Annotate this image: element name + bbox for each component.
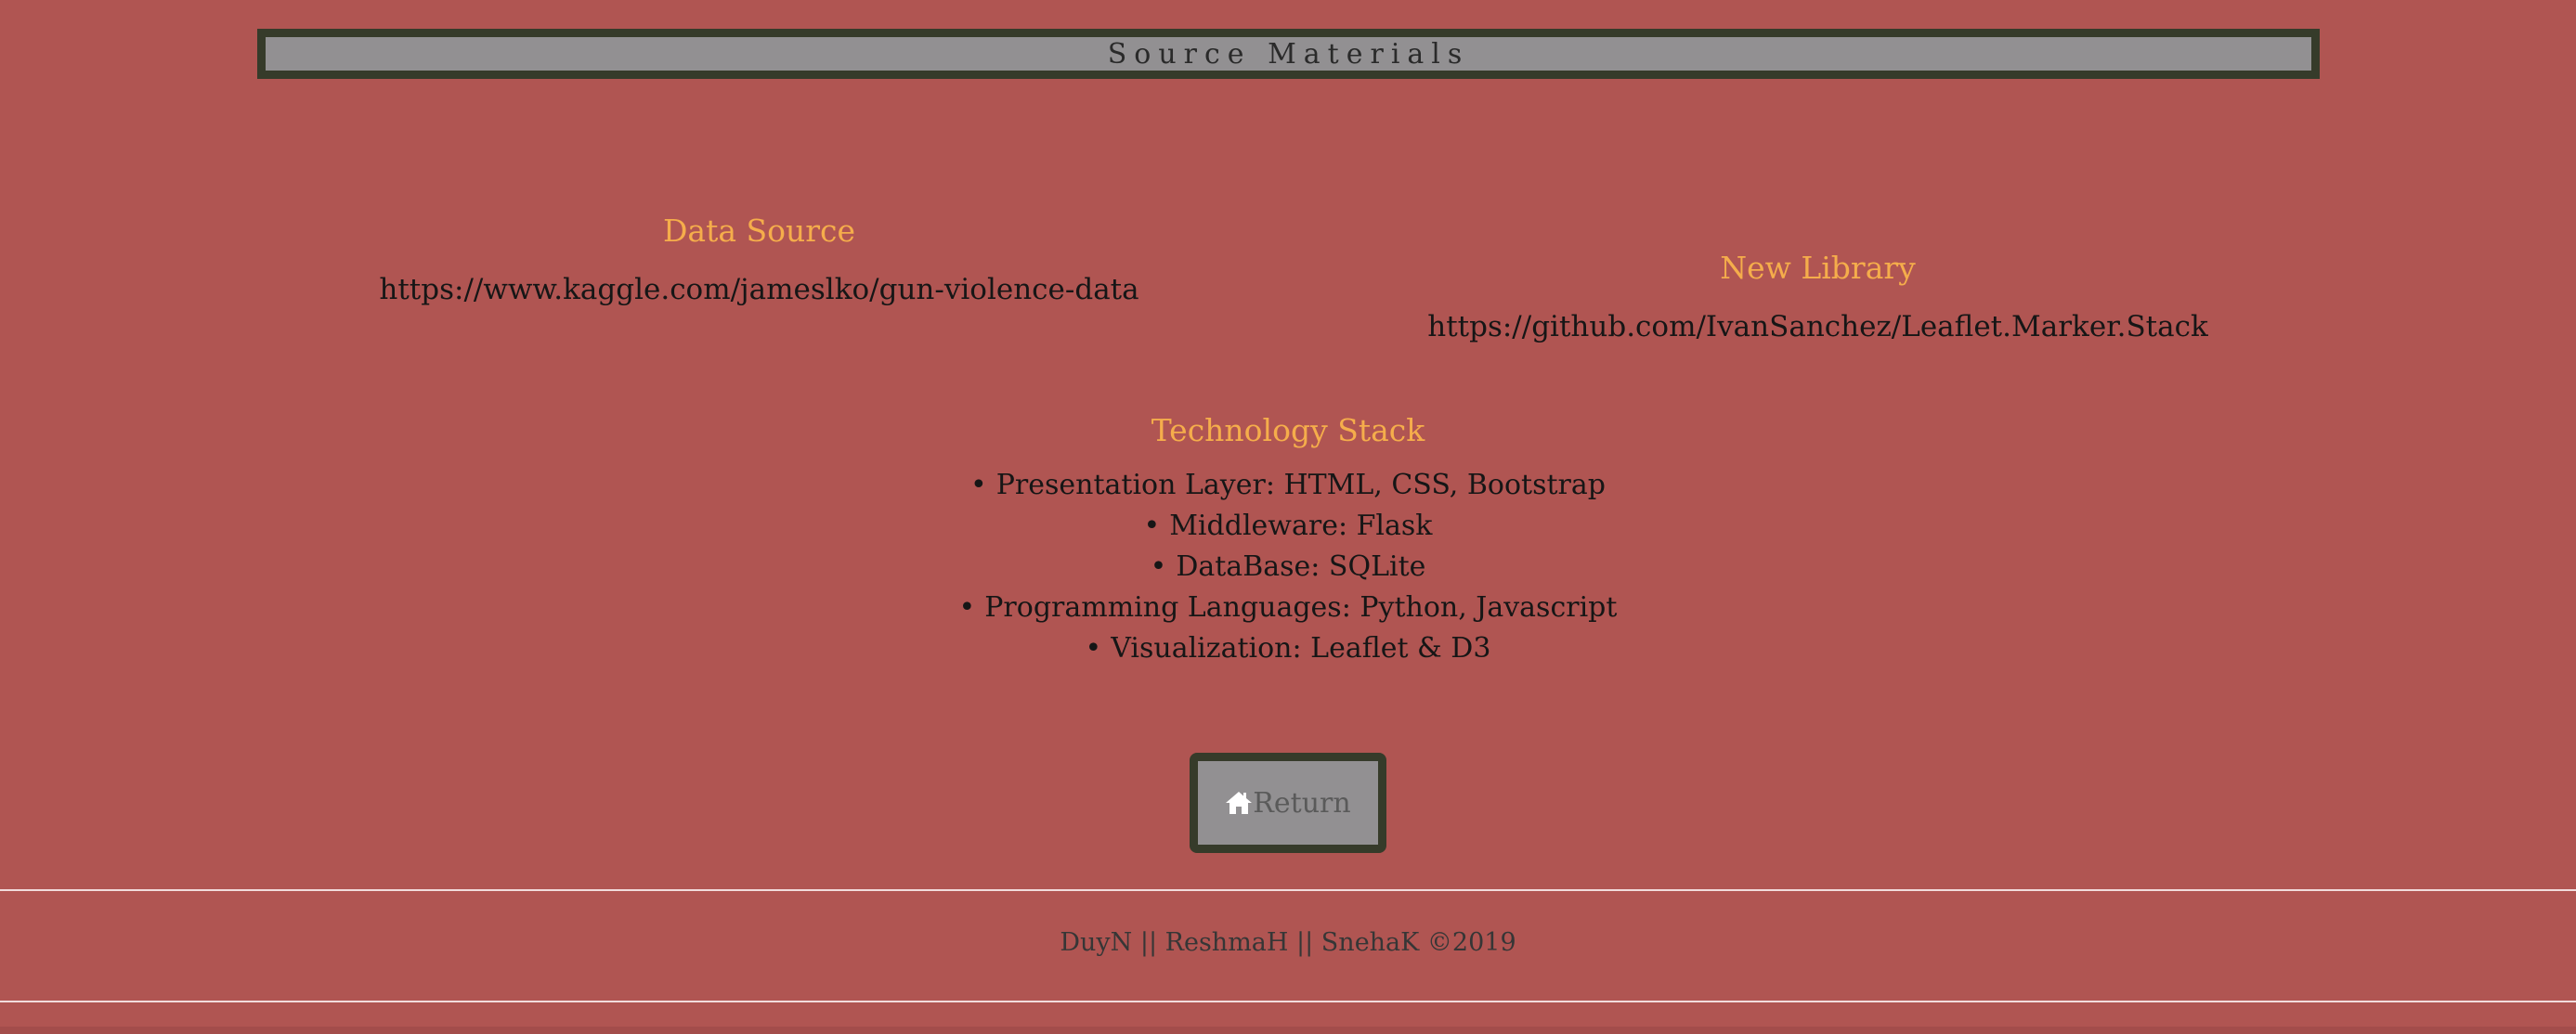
data-source-heading: Data Source — [662, 213, 856, 249]
page-title: Source Materials — [1107, 37, 1470, 71]
new-library-heading: New Library — [1720, 250, 1916, 286]
return-button[interactable]: Return — [1190, 753, 1386, 853]
return-label: Return — [1253, 786, 1351, 820]
list-item-text: Middleware: Flask — [1169, 510, 1433, 542]
technology-stack-heading: Technology Stack — [1151, 412, 1425, 448]
footer-credits: DuyN || ReshmaH || SnehaK ©2019 — [1060, 928, 1516, 957]
data-source-section: Data Source https://www.kaggle.com/james… — [297, 213, 1221, 306]
list-item-text: Visualization: Leaflet & D3 — [1111, 632, 1491, 665]
bullet: • — [958, 591, 976, 624]
footer-divider-bottom — [0, 1001, 2576, 1002]
bullet: • — [1143, 510, 1161, 542]
title-bar: Source Materials — [257, 29, 2320, 79]
list-item: • Middleware: Flask — [824, 506, 1752, 547]
home-icon — [1225, 790, 1253, 816]
list-item: • Presentation Layer: HTML, CSS, Bootstra… — [824, 465, 1752, 506]
new-library-section: New Library https://github.com/IvanSanch… — [1356, 250, 2280, 343]
bullet: • — [1150, 550, 1167, 583]
technology-stack-list: • Presentation Layer: HTML, CSS, Bootstra… — [824, 465, 1752, 669]
bullet: • — [1085, 632, 1102, 665]
new-library-link[interactable]: https://github.com/IvanSanchez/Leaflet.M… — [1427, 310, 2208, 343]
list-item: • DataBase: SQLite — [824, 547, 1752, 588]
list-item-text: DataBase: SQLite — [1176, 550, 1426, 583]
bottom-strip — [0, 1027, 2576, 1034]
bullet: • — [970, 469, 987, 501]
technology-stack-section: Technology Stack • Presentation Layer: HT… — [824, 412, 1752, 669]
list-item: • Programming Languages: Python, Javascri… — [824, 588, 1752, 628]
data-source-link[interactable]: https://www.kaggle.com/jameslko/gun-viol… — [379, 273, 1138, 306]
list-item-text: Presentation Layer: HTML, CSS, Bootstrap — [995, 469, 1606, 501]
footer-divider-top — [0, 889, 2576, 891]
list-item-text: Programming Languages: Python, Javascrip… — [984, 591, 1618, 624]
list-item: • Visualization: Leaflet & D3 — [824, 628, 1752, 669]
